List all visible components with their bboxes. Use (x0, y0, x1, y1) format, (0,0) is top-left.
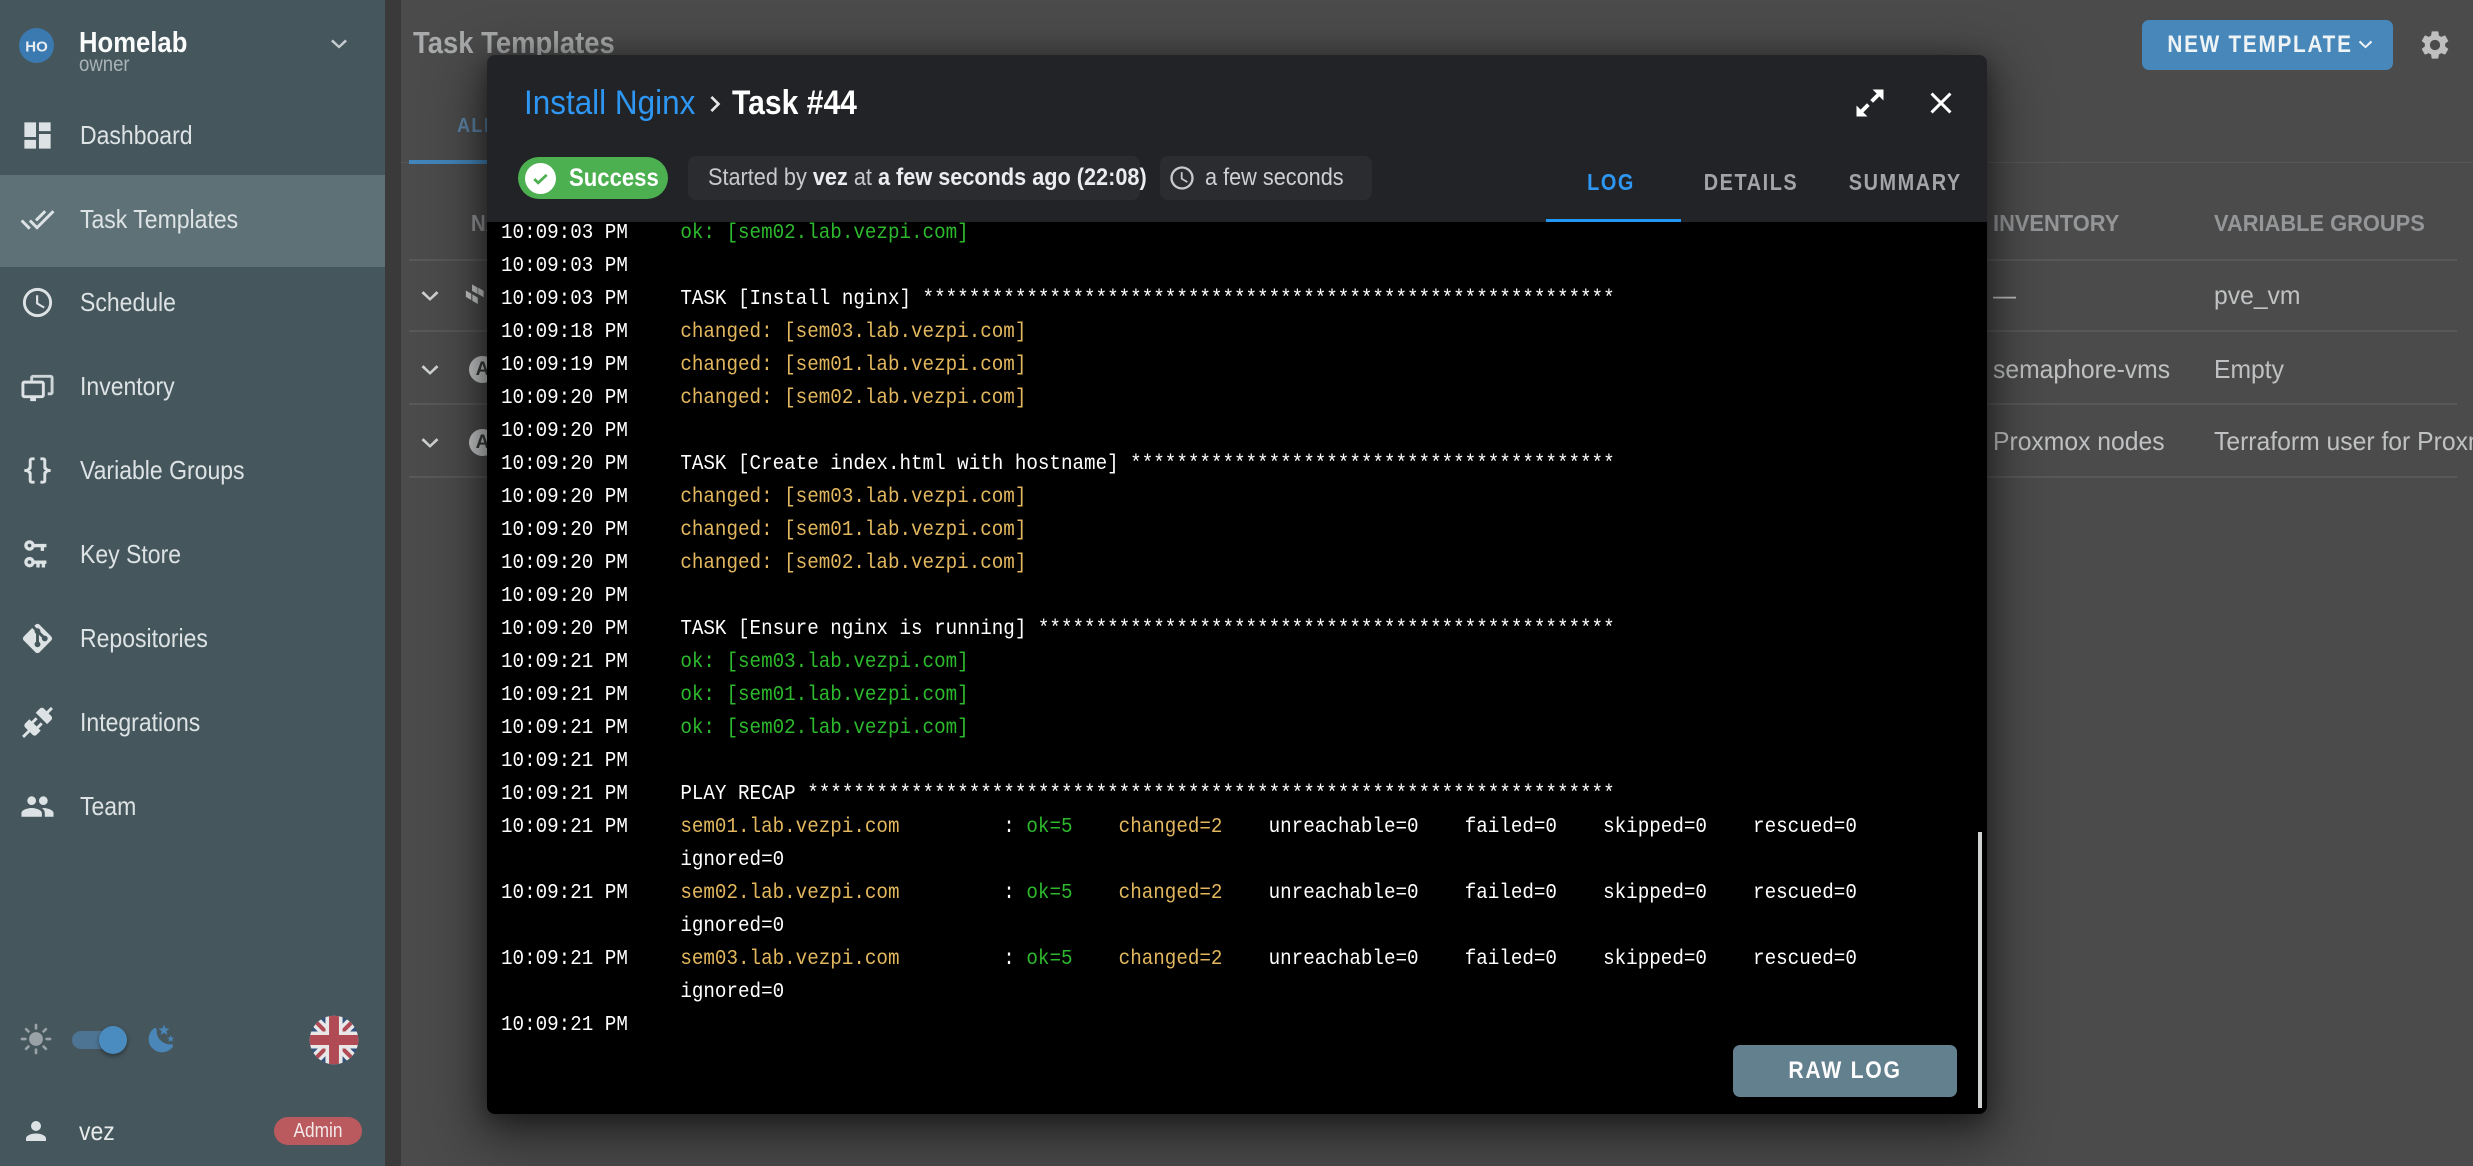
svg-text:HO: HO (25, 39, 48, 56)
